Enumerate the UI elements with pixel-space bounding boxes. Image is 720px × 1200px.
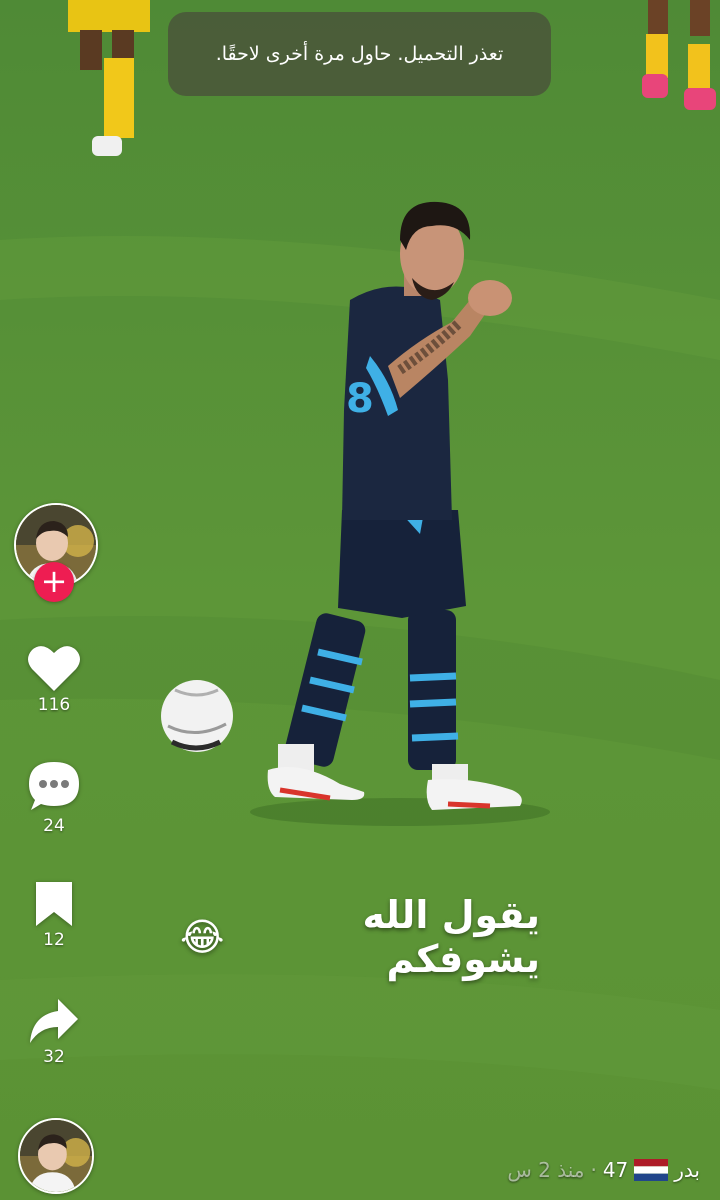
bookmark-icon (36, 882, 72, 926)
like-button[interactable]: 116 (14, 643, 94, 715)
heart-icon (28, 646, 80, 691)
save-button[interactable]: 12 (14, 880, 94, 950)
video-caption: يقول الله يشوفكم 😂 (180, 893, 540, 981)
svg-text:8: 8 (346, 376, 374, 422)
follower-count: 47 (602, 1158, 629, 1182)
share-count: 32 (43, 1047, 65, 1067)
post-meta: بدر 47 · منذ 2 س (507, 1150, 700, 1190)
avatar-boy-icon (20, 1120, 92, 1192)
music-disc-avatar[interactable] (18, 1118, 94, 1194)
soccer-ball (161, 680, 233, 752)
netherlands-flag-icon (634, 1159, 669, 1181)
like-count: 116 (37, 695, 71, 715)
comment-count: 24 (43, 816, 65, 836)
share-button[interactable]: 32 (14, 997, 94, 1067)
save-count: 12 (43, 930, 65, 950)
comment-button[interactable]: 24 (14, 760, 94, 836)
username[interactable]: بدر (674, 1158, 700, 1182)
caption-text: يقول الله يشوفكم (362, 893, 541, 981)
separator: · (590, 1158, 597, 1182)
error-toast: تعذر التحميل. حاول مرة أخرى لاحقًا. (168, 12, 551, 96)
follow-button[interactable]: + (34, 562, 74, 602)
share-arrow-icon (30, 999, 78, 1043)
comment-bubble-icon (29, 762, 79, 810)
time-ago: منذ 2 س (507, 1158, 585, 1182)
laughing-emoji-icon: 😂 (180, 915, 225, 959)
action-rail: + 116 24 12 32 (0, 0, 110, 1200)
